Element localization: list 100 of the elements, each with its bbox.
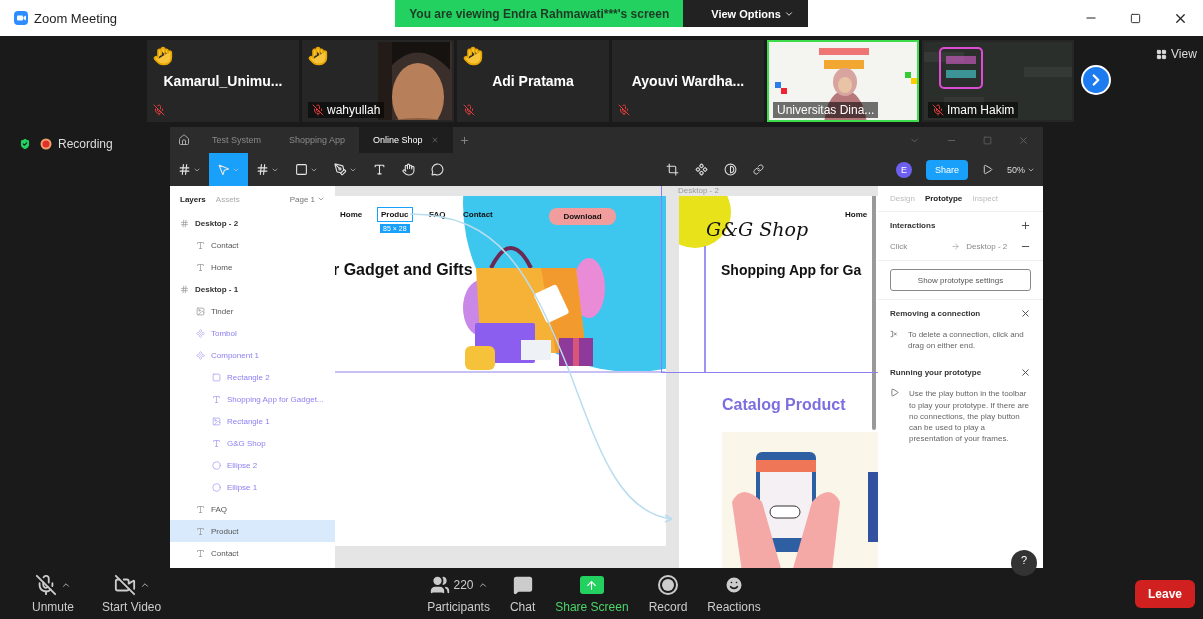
participant-name: Ayouvi Wardha... [631,72,745,89]
view-button[interactable]: View [1150,46,1203,62]
text-icon [196,262,205,272]
emoji-icon [724,575,744,595]
toolbar-button[interactable]: Record [640,573,696,614]
microphone-muted-icon [463,103,475,116]
file-tab[interactable]: Shopping App [275,127,360,153]
hash-icon [180,284,189,294]
chevron-down-icon [317,195,325,203]
home-icon [178,134,190,146]
people-icon [429,575,450,595]
nav-link[interactable]: Contact [463,210,493,219]
close-icon [1020,308,1031,319]
add-button[interactable] [1020,220,1031,231]
nav-link[interactable]: Home [340,210,363,219]
participant-name: wahyullah [308,101,385,118]
disconnect-icon [890,329,898,339]
view-options-button[interactable]: View Options [683,0,808,27]
toolbar-button[interactable]: Start Video [94,573,170,614]
component-icon [196,328,205,338]
circle-icon [212,482,221,492]
image-icon [212,416,221,426]
help-button[interactable]: ? [1011,550,1037,576]
menu-icon [178,163,191,176]
text-icon [196,504,205,514]
panel-tab[interactable]: Layers [180,194,206,204]
nav-link[interactable]: Home [845,210,868,219]
section-heading: Catalog Product [722,396,846,414]
comment-icon [431,163,444,176]
participant-name: Kamarul_Unimu... [163,72,283,89]
plus-icon [458,134,470,146]
microphone-muted-icon [153,103,165,116]
participant-name: Adi Pratama [492,72,574,89]
toolbar-button[interactable]: Unmute [24,573,83,614]
download-button[interactable]: Download [549,208,616,225]
frame-icon [256,163,269,176]
selected-text-layer[interactable]: Produc [377,207,413,222]
zoom-level-dropdown[interactable]: 50% [1007,164,1035,175]
component-icon [196,350,205,360]
participant-name: Universitas Dina... [773,101,879,118]
close-button[interactable] [1020,308,1031,319]
layer-item[interactable]: Tinder [170,300,335,322]
square-icon [295,163,308,176]
layer-item[interactable]: Contact [170,234,335,256]
play-icon [982,164,993,175]
toolbar-button[interactable]: Chat [501,573,544,614]
next-page-button[interactable] [1081,65,1111,95]
contrast-icon [724,163,737,176]
layer-item[interactable]: Desktop - 2 [170,212,335,234]
page-dropdown[interactable]: Page 1 [289,194,325,204]
toolbar-button[interactable]: Share Screen [547,573,637,614]
window-title: Zoom Meeting [34,10,118,26]
microphone-muted-icon [35,574,57,596]
link-icon [753,164,764,175]
trigger-label: Click [890,242,908,251]
file-tab[interactable]: Test System [198,127,275,153]
layer-item[interactable]: Product [170,520,335,542]
grid-icon [1156,48,1167,60]
square-icon [212,372,221,382]
microphone-muted-icon [312,103,324,116]
maximize-icon [983,135,992,145]
microphone-muted-icon [932,103,944,116]
layer-item[interactable]: Rectangle 2 [170,366,335,388]
prototype-settings-button[interactable]: Show prototype settings [890,269,1031,291]
layer-item[interactable]: Ellipse 1 [170,476,335,498]
close-icon [430,136,439,144]
layer-item[interactable]: FAQ [170,498,335,520]
layer-item[interactable]: Component 1 [170,344,335,366]
file-tab[interactable]: Online Shop [359,127,453,153]
user-avatar: E [895,161,912,178]
text-icon [196,526,205,536]
layer-item[interactable]: Contact [170,542,335,564]
app-logo-icon [14,11,28,25]
participant-count: 220 [453,578,474,592]
layer-item[interactable]: Shopping App for Gadget... [170,388,335,410]
hand-icon [402,163,415,176]
crop-icon [666,163,679,176]
panel-tab[interactable]: Prototype [924,194,963,203]
layer-item[interactable]: Ellipse 2 [170,454,335,476]
plus-icon [1020,220,1031,231]
record-icon [658,575,678,595]
microphone-muted-icon [618,103,630,116]
chat-icon [512,575,533,595]
layer-item[interactable]: Tombol [170,322,335,344]
layer-item[interactable]: Home [170,256,335,278]
toolbar-button[interactable]: 220 Participants [419,573,498,614]
toolbar-button[interactable]: Reactions [699,573,769,614]
close-icon [1020,367,1031,379]
pointer-icon [217,163,230,176]
pen-icon [334,163,347,176]
layer-item[interactable]: Rectangle 1 [170,410,335,432]
layer-item[interactable]: G&G Shop [170,432,335,454]
recording-indicator: Recording [40,137,113,151]
close-button[interactable] [1020,367,1031,379]
layer-item[interactable]: Desktop - 1 [170,278,335,300]
component-icon [695,163,708,176]
tip-text: Use the play button in the toolbar to play your prototype. If there are no connections, the play button can be used to play a presentation of your frames. [909,388,1031,445]
leave-button[interactable]: Leave [1134,579,1195,608]
hero-heading: Shopping App for Ga [721,262,862,278]
share-screen-icon [579,576,604,594]
